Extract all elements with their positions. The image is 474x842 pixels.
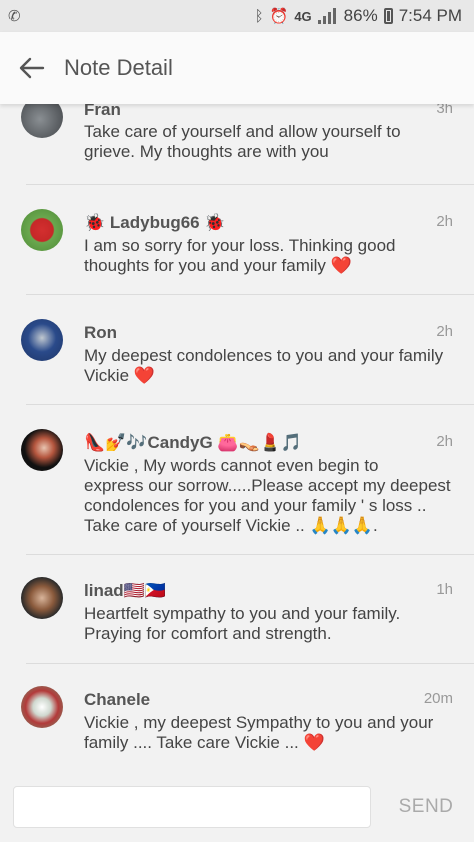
battery-percent: 86% — [343, 6, 378, 25]
comment-author[interactable]: linad🇺🇸🇵🇭 — [84, 581, 166, 601]
comment-item: Chanele 20m Vickie , my deepest Sympathy… — [0, 664, 474, 774]
comment-time: 3h — [436, 104, 453, 117]
comment-item: Ron 2h My deepest condolences to you and… — [0, 295, 474, 404]
comment-time: 2h — [436, 433, 453, 450]
phone-signal-icon: ✆ — [8, 8, 21, 25]
clock: 7:54 PM — [398, 6, 462, 25]
comment-input[interactable] — [13, 786, 371, 828]
status-bar: ✆ ᛒ ⏰ 4G 86% 7:54 PM — [0, 0, 474, 32]
send-button[interactable]: SEND — [386, 786, 466, 828]
page-title: Note Detail — [64, 55, 173, 80]
comment-text: I am so sorry for your loss. Thinking go… — [84, 236, 396, 275]
comment-author[interactable]: 👠💅🎶CandyG 👛👡💄🎵 — [84, 433, 302, 453]
comment-text: Heartfelt sympathy to you and your famil… — [84, 604, 401, 643]
network-type: 4G — [294, 8, 312, 24]
comment-author[interactable]: Fran — [84, 104, 121, 120]
comment-item: 👠💅🎶CandyG 👛👡💄🎵 2h Vickie , My words cann… — [0, 405, 474, 554]
back-button[interactable] — [0, 32, 64, 104]
bluetooth-icon: ᛒ — [254, 7, 264, 25]
alarm-icon: ⏰ — [269, 8, 289, 25]
comment-time: 2h — [436, 213, 453, 230]
comment-item: Fran 3h Take care of yourself and allow … — [0, 104, 474, 184]
comment-author[interactable]: Chanele — [84, 690, 150, 710]
comment-text: Take care of yourself and allow yourself… — [84, 122, 401, 161]
comment-author[interactable]: 🐞 Ladybug66 🐞 — [84, 213, 226, 233]
comment-composer: SEND — [0, 774, 474, 842]
avatar[interactable] — [21, 686, 63, 728]
avatar[interactable] — [21, 319, 63, 361]
comment-text: Vickie , My words cannot even begin to e… — [84, 456, 451, 535]
avatar[interactable] — [21, 577, 63, 619]
signal-strength-icon — [317, 8, 338, 24]
avatar[interactable] — [21, 104, 63, 138]
comment-author[interactable]: Ron — [84, 323, 117, 343]
status-icons: ᛒ ⏰ 4G 86% 7:54 PM — [255, 6, 462, 26]
arrow-left-icon — [19, 57, 45, 79]
comment-time: 1h — [436, 581, 453, 598]
battery-icon — [383, 8, 393, 24]
comment-item: 🐞 Ladybug66 🐞 2h I am so sorry for your … — [0, 185, 474, 294]
avatar[interactable] — [21, 209, 63, 251]
comment-list[interactable]: Fran 3h Take care of yourself and allow … — [0, 104, 474, 774]
comment-time: 20m — [423, 690, 453, 707]
comment-item: linad🇺🇸🇵🇭 1h Heartfelt sympathy to you a… — [0, 555, 474, 663]
comment-text: Vickie , my deepest Sympathy to you and … — [84, 713, 434, 752]
comment-time: 2h — [436, 323, 453, 340]
avatar[interactable] — [21, 429, 63, 471]
app-bar: Note Detail — [0, 32, 474, 104]
comment-text: My deepest condolences to you and your f… — [84, 346, 444, 385]
